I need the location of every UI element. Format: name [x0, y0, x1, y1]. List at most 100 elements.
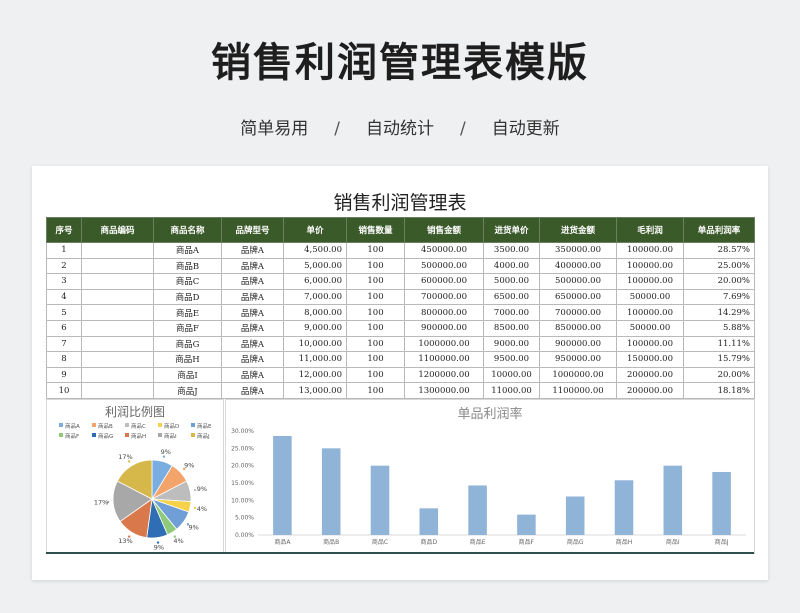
- cell-profit[interactable]: 50000.00: [616, 319, 684, 337]
- cell-price[interactable]: 12,000.00: [283, 366, 347, 384]
- cell-sales[interactable]: 900000.00: [404, 319, 484, 337]
- cell-brand[interactable]: 品牌A: [221, 351, 284, 368]
- cell-code[interactable]: [81, 382, 154, 399]
- cell-qty[interactable]: 100: [346, 366, 405, 384]
- cell-cost[interactable]: 950000.00: [539, 351, 617, 368]
- cell-margin[interactable]: 11.11%: [683, 335, 755, 353]
- cell-code[interactable]: [81, 351, 154, 368]
- cell-margin[interactable]: 14.29%: [683, 304, 755, 321]
- cell-brand[interactable]: 品牌A: [221, 382, 284, 399]
- cell-margin[interactable]: 20.00%: [683, 366, 755, 384]
- cell-brand[interactable]: 品牌A: [221, 366, 284, 384]
- cell-cost-price[interactable]: 9000.00: [483, 335, 540, 353]
- cell-name[interactable]: 商品D: [153, 288, 222, 306]
- cell-cost[interactable]: 700000.00: [539, 304, 617, 321]
- cell-price[interactable]: 5,000.00: [283, 257, 347, 275]
- cell-profit[interactable]: 100000.00: [616, 304, 684, 321]
- cell-margin[interactable]: 7.69%: [683, 288, 755, 306]
- cell-price[interactable]: 9,000.00: [283, 319, 347, 337]
- cell-cost[interactable]: 650000.00: [539, 288, 617, 306]
- cell-name[interactable]: 商品J: [153, 382, 222, 399]
- cell-profit[interactable]: 200000.00: [616, 382, 684, 399]
- cell-sales[interactable]: 1300000.00: [404, 382, 484, 399]
- cell-cost-price[interactable]: 7000.00: [483, 304, 540, 321]
- cell-price[interactable]: 6,000.00: [283, 273, 347, 290]
- cell-name[interactable]: 商品H: [153, 351, 222, 368]
- cell-code[interactable]: [81, 273, 154, 290]
- cell-name[interactable]: 商品A: [153, 242, 222, 259]
- cell-cost[interactable]: 400000.00: [539, 257, 617, 275]
- cell-cost-price[interactable]: 8500.00: [483, 319, 540, 337]
- cell-sales[interactable]: 700000.00: [404, 288, 484, 306]
- cell-sales[interactable]: 1200000.00: [404, 366, 484, 384]
- cell-brand[interactable]: 品牌A: [221, 288, 284, 306]
- cell-cost-price[interactable]: 4000.00: [483, 257, 540, 275]
- cell-cost[interactable]: 350000.00: [539, 242, 617, 259]
- cell-cost[interactable]: 1000000.00: [539, 366, 617, 384]
- cell-cost-price[interactable]: 5000.00: [483, 273, 540, 290]
- cell-code[interactable]: [81, 319, 154, 337]
- cell-price[interactable]: 10,000.00: [283, 335, 347, 353]
- cell-profit[interactable]: 100000.00: [616, 257, 684, 275]
- cell-name[interactable]: 商品G: [153, 335, 222, 353]
- cell-margin[interactable]: 20.00%: [683, 273, 755, 290]
- cell-qty[interactable]: 100: [346, 382, 405, 399]
- cell-brand[interactable]: 品牌A: [221, 335, 284, 353]
- cell-no[interactable]: 3: [46, 273, 82, 290]
- cell-sales[interactable]: 800000.00: [404, 304, 484, 321]
- cell-name[interactable]: 商品B: [153, 257, 222, 275]
- cell-brand[interactable]: 品牌A: [221, 242, 284, 259]
- cell-brand[interactable]: 品牌A: [221, 319, 284, 337]
- cell-qty[interactable]: 100: [346, 257, 405, 275]
- cell-margin[interactable]: 25.00%: [683, 257, 755, 275]
- cell-price[interactable]: 13,000.00: [283, 382, 347, 399]
- cell-cost[interactable]: 850000.00: [539, 319, 617, 337]
- cell-no[interactable]: 4: [46, 288, 82, 306]
- cell-no[interactable]: 8: [46, 351, 82, 368]
- cell-price[interactable]: 11,000.00: [283, 351, 347, 368]
- cell-price[interactable]: 7,000.00: [283, 288, 347, 306]
- cell-sales[interactable]: 600000.00: [404, 273, 484, 290]
- cell-cost[interactable]: 1100000.00: [539, 382, 617, 399]
- cell-no[interactable]: 5: [46, 304, 82, 321]
- cell-cost-price[interactable]: 6500.00: [483, 288, 540, 306]
- cell-qty[interactable]: 100: [346, 242, 405, 259]
- cell-sales[interactable]: 1100000.00: [404, 351, 484, 368]
- cell-code[interactable]: [81, 304, 154, 321]
- cell-name[interactable]: 商品C: [153, 273, 222, 290]
- cell-margin[interactable]: 15.79%: [683, 351, 755, 368]
- cell-profit[interactable]: 100000.00: [616, 242, 684, 259]
- cell-profit[interactable]: 100000.00: [616, 273, 684, 290]
- cell-qty[interactable]: 100: [346, 335, 405, 353]
- cell-sales[interactable]: 500000.00: [404, 257, 484, 275]
- cell-name[interactable]: 商品F: [153, 319, 222, 337]
- cell-cost-price[interactable]: 10000.00: [483, 366, 540, 384]
- cell-brand[interactable]: 品牌A: [221, 257, 284, 275]
- cell-sales[interactable]: 450000.00: [404, 242, 484, 259]
- cell-cost-price[interactable]: 3500.00: [483, 242, 540, 259]
- cell-cost[interactable]: 900000.00: [539, 335, 617, 353]
- cell-name[interactable]: 商品E: [153, 304, 222, 321]
- cell-code[interactable]: [81, 242, 154, 259]
- cell-no[interactable]: 6: [46, 319, 82, 337]
- cell-profit[interactable]: 50000.00: [616, 288, 684, 306]
- cell-margin[interactable]: 5.88%: [683, 319, 755, 337]
- cell-qty[interactable]: 100: [346, 288, 405, 306]
- cell-brand[interactable]: 品牌A: [221, 304, 284, 321]
- cell-cost-price[interactable]: 9500.00: [483, 351, 540, 368]
- cell-cost[interactable]: 500000.00: [539, 273, 617, 290]
- cell-brand[interactable]: 品牌A: [221, 273, 284, 290]
- cell-code[interactable]: [81, 366, 154, 384]
- cell-profit[interactable]: 150000.00: [616, 351, 684, 368]
- cell-no[interactable]: 7: [46, 335, 82, 353]
- cell-qty[interactable]: 100: [346, 273, 405, 290]
- cell-no[interactable]: 10: [46, 382, 82, 399]
- cell-no[interactable]: 1: [46, 242, 82, 259]
- cell-margin[interactable]: 28.57%: [683, 242, 755, 259]
- cell-no[interactable]: 2: [46, 257, 82, 275]
- cell-price[interactable]: 4,500.00: [283, 242, 347, 259]
- cell-qty[interactable]: 100: [346, 319, 405, 337]
- cell-qty[interactable]: 100: [346, 304, 405, 321]
- cell-qty[interactable]: 100: [346, 351, 405, 368]
- cell-price[interactable]: 8,000.00: [283, 304, 347, 321]
